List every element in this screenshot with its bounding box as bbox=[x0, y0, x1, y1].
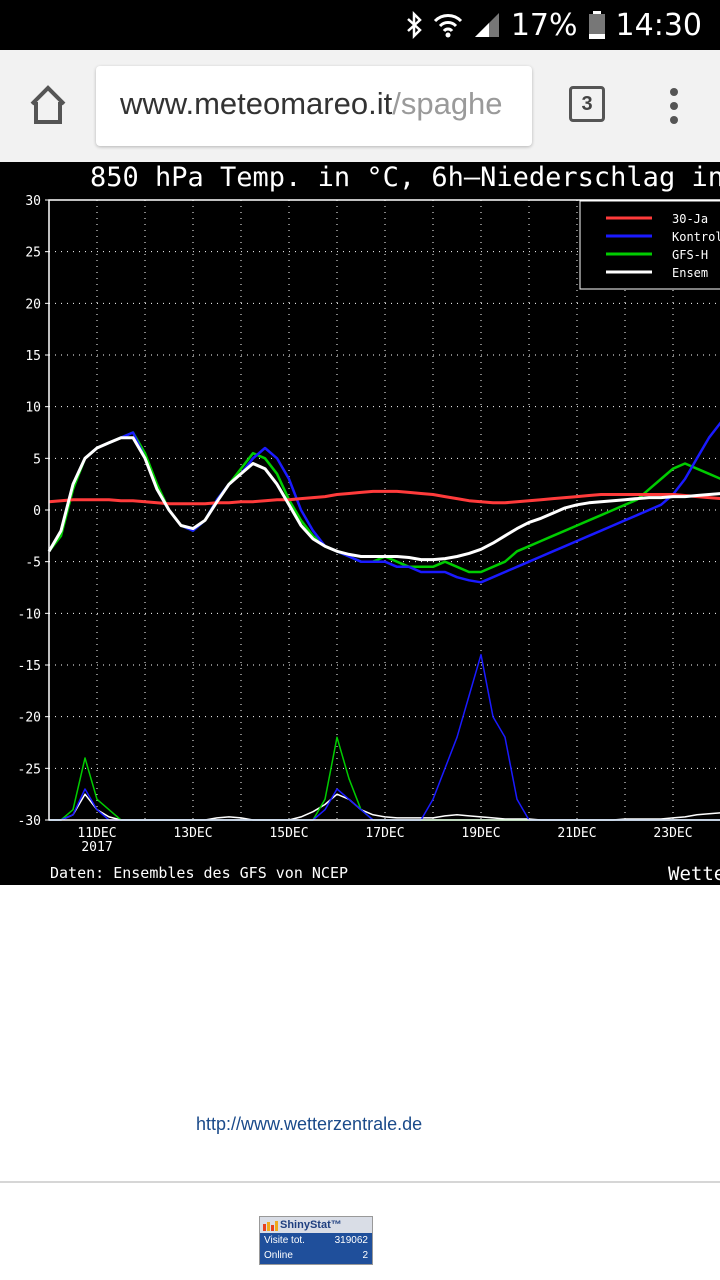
x-tick-label: 23DEC bbox=[653, 826, 692, 841]
y-tick-label: 10 bbox=[25, 401, 41, 416]
counter-label: Online bbox=[264, 1250, 293, 1261]
ensemble-chart[interactable]: 850 hPa Temp. in °C, 6h–Niederschlag in … bbox=[0, 162, 720, 885]
home-button[interactable] bbox=[20, 82, 76, 130]
divider bbox=[0, 1181, 720, 1183]
series-line-ensem bbox=[47, 436, 720, 562]
legend-label: 30-Ja bbox=[672, 212, 708, 226]
counter-value: 319062 bbox=[334, 1235, 368, 1246]
legend-label: GFS-H bbox=[672, 248, 708, 262]
battery-percent: 17% bbox=[510, 7, 578, 43]
wifi-icon bbox=[433, 11, 463, 39]
x-tick-label: 11DEC bbox=[77, 826, 116, 841]
y-tick-label: -20 bbox=[18, 711, 41, 726]
menu-dot-icon bbox=[670, 102, 678, 110]
precip-line bbox=[49, 793, 720, 821]
counter-logo-icon bbox=[263, 1221, 278, 1231]
y-tick-label: 5 bbox=[33, 452, 41, 467]
status-bar: 17% 14:30 bbox=[0, 0, 720, 50]
legend-label: Ensem bbox=[672, 266, 708, 280]
x-tick-label: 17DEC bbox=[365, 826, 404, 841]
x-axis: 11DEC 13DEC 15DEC 17DEC 19DEC 21DEC 23DEC 2017 bbox=[77, 826, 692, 855]
menu-dot-icon bbox=[670, 88, 678, 96]
x-tick-label: 15DEC bbox=[269, 826, 308, 841]
x-tick-label: 13DEC bbox=[173, 826, 212, 841]
y-tick-label: 30 bbox=[25, 194, 41, 209]
precip-line bbox=[49, 653, 720, 821]
counter-value: 2 bbox=[362, 1250, 368, 1261]
chart-grid bbox=[49, 200, 720, 820]
x-year-label: 2017 bbox=[81, 840, 112, 855]
x-tick-label: 19DEC bbox=[461, 826, 500, 841]
battery-icon bbox=[588, 10, 606, 40]
menu-dot-icon bbox=[670, 116, 678, 124]
y-tick-label: 20 bbox=[25, 297, 41, 312]
url-domain: www.meteomareo.it bbox=[120, 86, 393, 121]
y-axis: 30 25 20 15 10 5 0 -5 -10 -15 -20 -25 -30 bbox=[18, 194, 49, 829]
counter-row-online: Online 2 bbox=[260, 1248, 372, 1263]
precip-line bbox=[49, 736, 720, 821]
address-bar[interactable]: www.meteomareo.it/spaghe bbox=[96, 66, 532, 146]
url-path: /spaghe bbox=[392, 86, 503, 121]
chart-series bbox=[47, 421, 720, 821]
counter-row-total: Visite tot. 319062 bbox=[260, 1233, 372, 1248]
y-tick-label: 0 bbox=[33, 504, 41, 519]
y-tick-label: -10 bbox=[18, 607, 41, 622]
bluetooth-icon bbox=[405, 11, 423, 39]
counter-header: ShinyStat™ bbox=[260, 1217, 372, 1233]
shinystat-counter[interactable]: ShinyStat™ Visite tot. 319062 Online 2 bbox=[259, 1216, 373, 1265]
x-tick-label: 21DEC bbox=[557, 826, 596, 841]
y-tick-label: -5 bbox=[25, 556, 41, 571]
url-text: www.meteomareo.it/spaghe bbox=[120, 86, 503, 122]
chart-watermark: Wette bbox=[668, 863, 720, 885]
browser-toolbar: www.meteomareo.it/spaghe 3 bbox=[0, 50, 720, 162]
y-tick-label: 15 bbox=[25, 349, 41, 364]
chart-title: 850 hPa Temp. in °C, 6h–Niederschlag in … bbox=[90, 162, 720, 193]
y-tick-label: -30 bbox=[18, 814, 41, 829]
chart-source: Daten: Ensembles des GFS von NCEP bbox=[50, 864, 348, 882]
clock: 14:30 bbox=[615, 7, 702, 43]
counter-label: Visite tot. bbox=[264, 1235, 305, 1246]
home-icon bbox=[30, 85, 66, 124]
y-tick-label: -25 bbox=[18, 762, 41, 777]
counter-brand: ShinyStat™ bbox=[280, 1219, 342, 1231]
chart-svg: 850 hPa Temp. in °C, 6h–Niederschlag in … bbox=[18, 162, 720, 885]
y-tick-label: 25 bbox=[25, 246, 41, 261]
chart-legend: 30-Ja Kontrol GFS-H Ensem bbox=[579, 200, 720, 290]
signal-icon bbox=[473, 11, 501, 39]
wetterzentrale-link[interactable]: http://www.wetterzentrale.de bbox=[196, 1114, 422, 1135]
overflow-menu-button[interactable] bbox=[664, 88, 684, 128]
series-line-30-ja bbox=[48, 489, 720, 506]
legend-label: Kontrol bbox=[672, 230, 720, 244]
y-tick-label: -15 bbox=[18, 659, 41, 674]
tab-switcher-button[interactable]: 3 bbox=[569, 86, 605, 122]
